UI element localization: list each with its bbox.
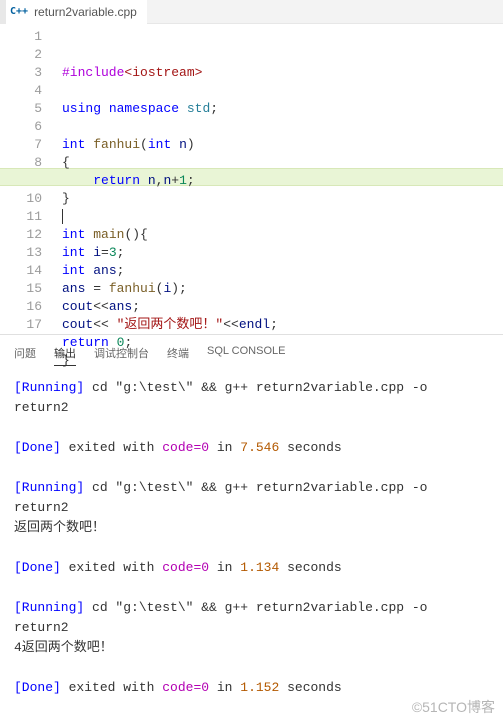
text-cursor [62,209,63,224]
code-line[interactable] [62,82,503,100]
program-output: 4返回两个数吧！ [14,638,489,658]
code-line[interactable]: cout<<ans; [62,298,503,316]
output-running-line: [Running] cd "g:\test\" && g++ return2va… [14,598,489,638]
line-number: 12 [0,226,62,244]
line-number: 6 [0,118,62,136]
program-output: 返回两个数吧！ [14,518,489,538]
cpp-icon: C++ [10,6,28,17]
output-terminal[interactable]: [Running] cd "g:\test\" && g++ return2va… [0,372,503,723]
code-line[interactable] [62,118,503,136]
output-done-line: [Done] exited with code=0 in 1.134 secon… [14,558,489,578]
output-running-line: [Running] cd "g:\test\" && g++ return2va… [14,478,489,518]
tab-filename: return2variable.cpp [34,5,137,19]
code-line[interactable]: { [62,154,503,172]
code-editor[interactable]: 1234567891011121314151617 #include<iostr… [0,24,503,334]
line-number: 14 [0,262,62,280]
code-line[interactable]: #include<iostream> [62,64,503,82]
code-line[interactable]: } [62,352,503,370]
code-line[interactable]: using namespace std; [62,100,503,118]
code-line[interactable] [62,208,503,226]
line-number: 15 [0,280,62,298]
code-line[interactable]: cout<< "返回两个数吧！"<<endl; [62,316,503,334]
line-number: 5 [0,100,62,118]
line-number: 13 [0,244,62,262]
line-number: 4 [0,82,62,100]
line-number: 11 [0,208,62,226]
code-line[interactable]: int main(){ [62,226,503,244]
editor-tab-active[interactable]: C++ return2variable.cpp [4,0,147,24]
line-number: 7 [0,136,62,154]
editor-tab-bar: C++ return2variable.cpp [0,0,503,24]
code-line[interactable]: int i=3; [62,244,503,262]
code-line[interactable]: return 0; [62,334,503,352]
line-number: 17 [0,316,62,334]
line-number: 16 [0,298,62,316]
code-line[interactable]: int ans; [62,262,503,280]
code-line[interactable]: } [62,190,503,208]
line-number: 2 [0,46,62,64]
line-number: 3 [0,64,62,82]
output-done-line: [Done] exited with code=0 in 7.546 secon… [14,438,489,458]
line-number: 10 [0,190,62,208]
output-done-line: [Done] exited with code=0 in 1.152 secon… [14,678,489,698]
line-number: 1 [0,28,62,46]
panel-tab-问题[interactable]: 问题 [14,345,36,366]
code-line[interactable]: return n,n+1; [62,172,503,190]
code-line[interactable]: int fanhui(int n) [62,136,503,154]
code-line[interactable]: ans = fanhui(i); [62,280,503,298]
code-area[interactable]: #include<iostream> using namespace std; in… [62,24,503,334]
activity-strip [0,0,6,24]
